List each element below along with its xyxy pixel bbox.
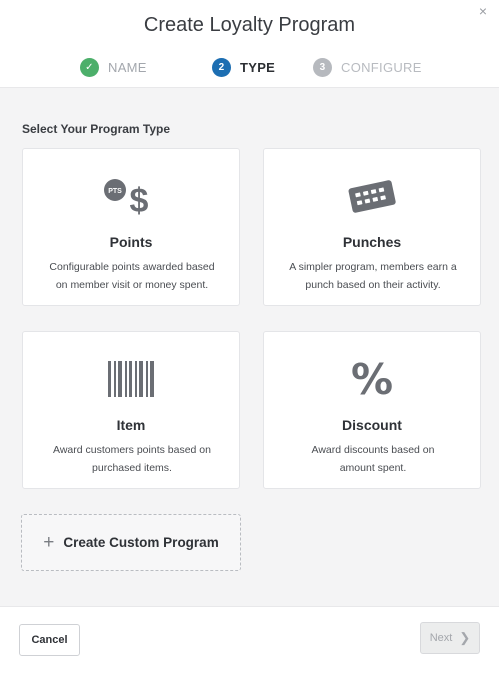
program-type-card-discount[interactable]: % Discount Award discounts based on amou…	[263, 331, 481, 489]
barcode-icon	[23, 354, 239, 404]
card-description-line: amount spent.	[339, 462, 407, 474]
step-type-number: 2	[212, 57, 231, 77]
percent-symbol: %	[350, 354, 394, 404]
card-description-line: Award discounts based on	[311, 444, 435, 456]
dialog-body: Select Your Program Type PTS $ Points Co…	[0, 88, 499, 606]
step-type: 2 TYPE	[212, 56, 275, 78]
card-title: Points	[109, 234, 153, 250]
next-button-label: Next	[429, 632, 453, 644]
plus-icon: +	[43, 532, 55, 553]
card-description-line: A simpler program, members earn a	[289, 261, 457, 273]
next-button[interactable]: Next ❯	[420, 622, 480, 654]
card-description-line: punch based on their activity.	[305, 279, 441, 291]
card-title: Discount	[342, 417, 402, 433]
step-type-label: TYPE	[240, 59, 276, 75]
pts-dollar-icon: PTS $	[23, 171, 239, 221]
check-icon: ✓	[80, 57, 99, 77]
chevron-right-icon: ❯	[459, 630, 471, 645]
create-custom-program-button[interactable]: + Create Custom Program	[21, 514, 241, 571]
step-name-label: NAME	[108, 59, 147, 75]
cancel-button[interactable]: Cancel	[19, 624, 80, 656]
pts-badge-text: PTS	[108, 188, 122, 195]
dialog-header: × Create Loyalty Program ✓ NAME 2 TYPE 3…	[0, 0, 499, 88]
dialog-footer: Cancel Next ❯	[0, 606, 499, 674]
create-custom-program-label: Create Custom Program	[63, 535, 219, 550]
dialog-title: Create Loyalty Program	[143, 14, 356, 36]
section-label: Select Your Program Type	[22, 122, 171, 136]
card-description: Award discounts based on amount spent.	[276, 441, 470, 477]
card-description-line: Configurable points awarded based	[49, 261, 215, 273]
card-description-line: Award customers points based on	[53, 444, 211, 456]
program-type-card-punches[interactable]: Punches A simpler program, members earn …	[263, 148, 481, 306]
card-description-line: purchased items.	[92, 462, 172, 474]
percent-icon: %	[264, 354, 480, 404]
step-indicator: ✓ NAME 2 TYPE 3 CONFIGURE	[0, 56, 499, 78]
program-type-card-points[interactable]: PTS $ Points Configurable points awarded…	[22, 148, 240, 306]
card-description-line: on member visit or money spent.	[55, 279, 209, 291]
card-description: A simpler program, members earn a punch …	[276, 258, 470, 294]
punch-card-svg	[348, 180, 396, 213]
card-description: Award customers points based on purchase…	[35, 441, 229, 477]
card-description: Configurable points awarded based on mem…	[35, 258, 229, 294]
program-type-card-item[interactable]: Item Award customers points based on pur…	[22, 331, 240, 489]
step-configure-label: CONFIGURE	[341, 59, 422, 75]
dollar-sign: $	[130, 182, 149, 218]
step-name[interactable]: ✓ NAME	[80, 56, 147, 78]
card-title: Punches	[342, 234, 402, 250]
barcode-svg	[108, 361, 154, 397]
step-configure: 3 CONFIGURE	[313, 56, 422, 78]
pts-dollar-svg: PTS $	[104, 179, 149, 218]
card-title: Item	[116, 417, 146, 433]
create-loyalty-program-dialog: × Create Loyalty Program ✓ NAME 2 TYPE 3…	[0, 0, 499, 674]
punch-card-icon	[264, 171, 480, 221]
step-configure-number: 3	[313, 57, 332, 77]
